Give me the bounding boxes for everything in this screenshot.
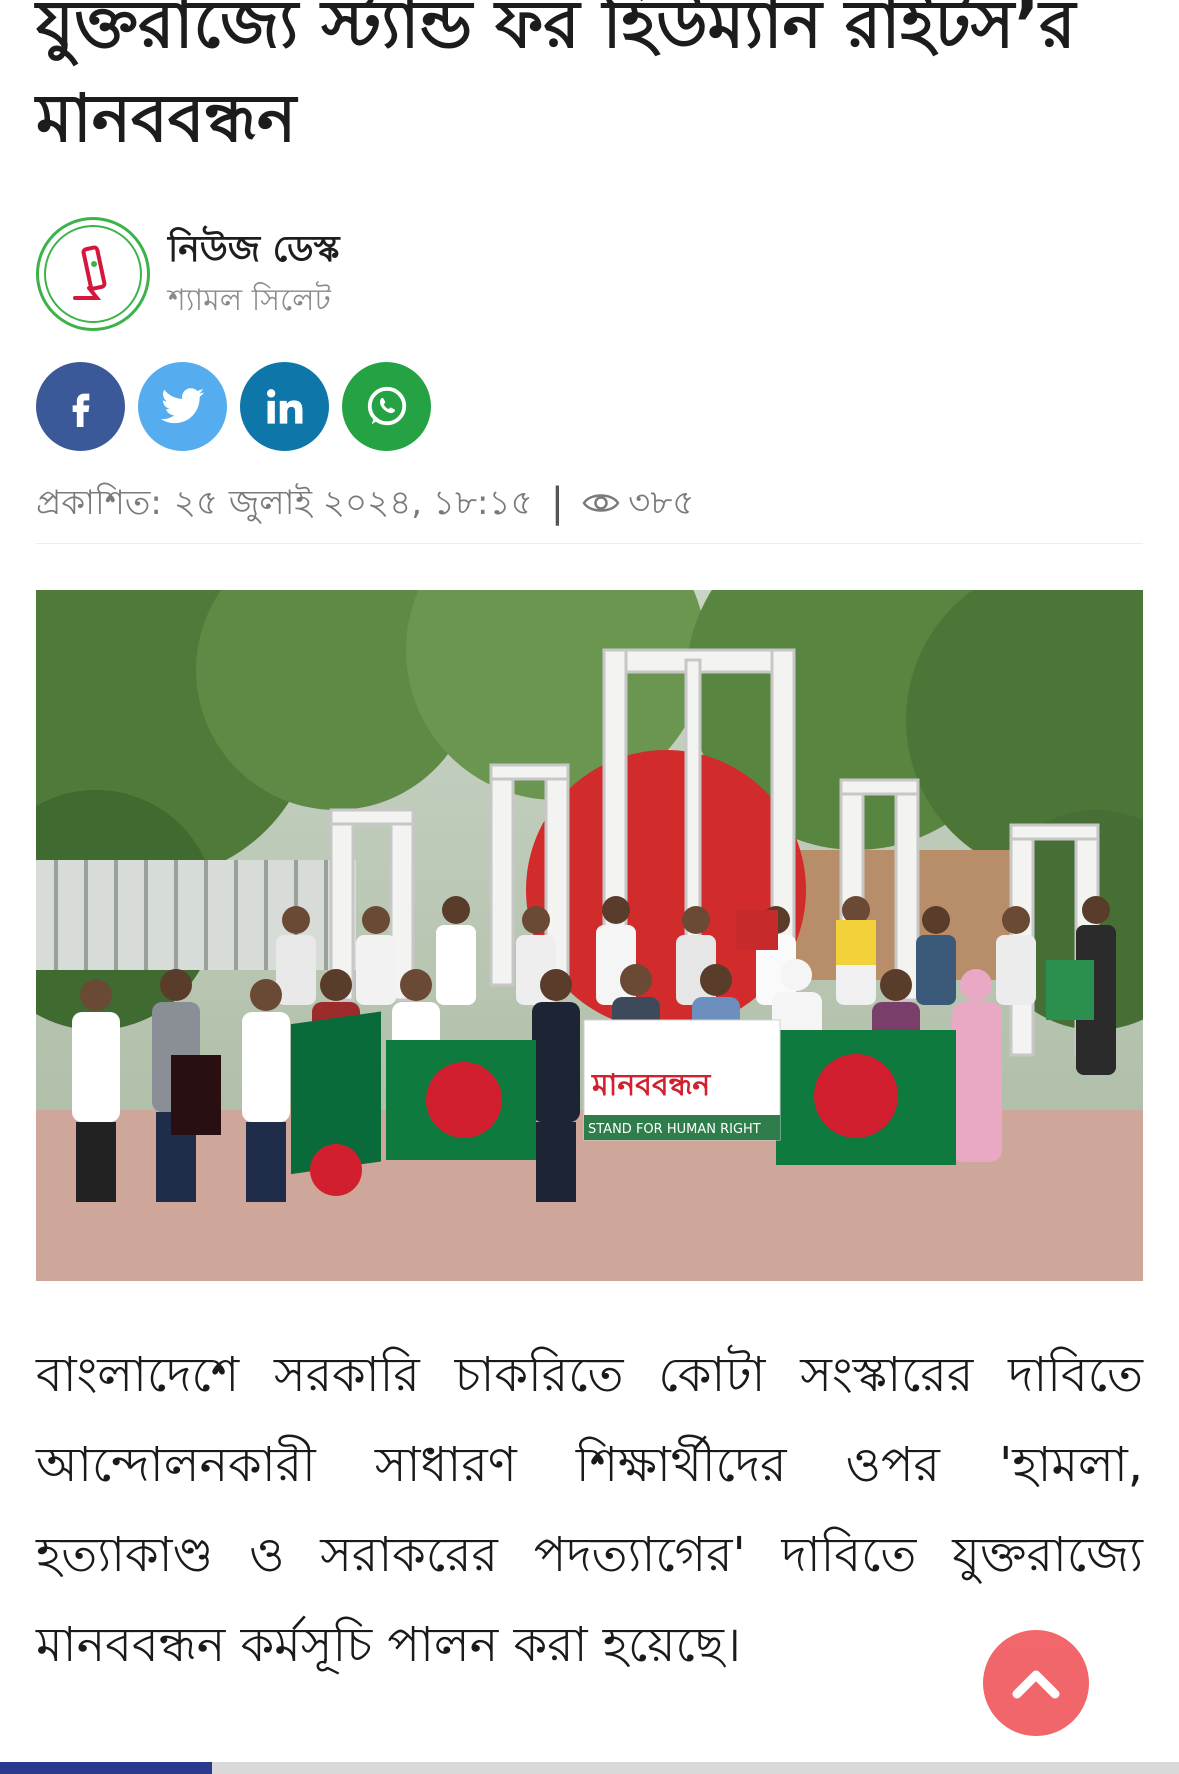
- author-org: শ্যামল সিলেট: [168, 283, 331, 318]
- rally-photo: মানববন্ধন STAND FOR HUMAN RIGHT: [36, 590, 1143, 1281]
- author-name[interactable]: নিউজ ডেস্ক: [168, 225, 340, 275]
- facebook-share-button[interactable]: [36, 362, 125, 451]
- scroll-to-top-button[interactable]: [983, 1630, 1089, 1736]
- article-body: বাংলাদেশে সরকারি চাকরিতে কোটা সংস্কারের …: [36, 1347, 1143, 1673]
- linkedin-share-button[interactable]: [240, 362, 329, 451]
- published-label: প্রকাশিত:: [36, 483, 162, 523]
- article-page: যুক্তরাজ্যে স্ট্যান্ড ফর হিউম্যান রাইটস’…: [0, 0, 1179, 1774]
- facebook-icon: [72, 393, 89, 427]
- article-photo[interactable]: মানববন্ধন STAND FOR HUMAN RIGHT: [36, 590, 1143, 1281]
- share-buttons: [36, 362, 431, 451]
- article-meta: প্রকাশিত: ২৫ জুলাই ২০২৪, ১৮:১৫ | ৩৮৫: [36, 476, 694, 530]
- twitter-icon: [160, 387, 204, 423]
- linkedin-icon: [266, 388, 302, 424]
- twitter-share-button[interactable]: [138, 362, 227, 451]
- view-count: ৩৮৫: [582, 476, 694, 530]
- eye-icon: [582, 494, 620, 512]
- view-count-value: ৩৮৫: [628, 483, 695, 523]
- whatsapp-share-button[interactable]: [342, 362, 431, 451]
- chevron-up-icon: [1012, 1670, 1060, 1699]
- avatar[interactable]: [36, 217, 150, 331]
- banner-text: মানববন্ধন: [591, 1068, 711, 1103]
- article-headline: যুক্তরাজ্যে স্ট্যান্ড ফর হিউম্যান রাইটস’…: [36, 0, 1076, 157]
- pen-logo-icon: [73, 245, 107, 300]
- reading-progress-fill: [0, 1762, 213, 1774]
- author-block[interactable]: নিউজ ডেস্ক শ্যামল সিলেট: [36, 214, 340, 334]
- reading-progress-bar: [0, 1762, 1179, 1774]
- banner-subtext: STAND FOR HUMAN RIGHT: [588, 1122, 761, 1137]
- divider: [36, 543, 1143, 544]
- meta-separator: |: [550, 480, 565, 526]
- published-date: ২৫ জুলাই ২০২৪, ১৮:১৫: [173, 483, 533, 523]
- whatsapp-icon: [367, 386, 406, 425]
